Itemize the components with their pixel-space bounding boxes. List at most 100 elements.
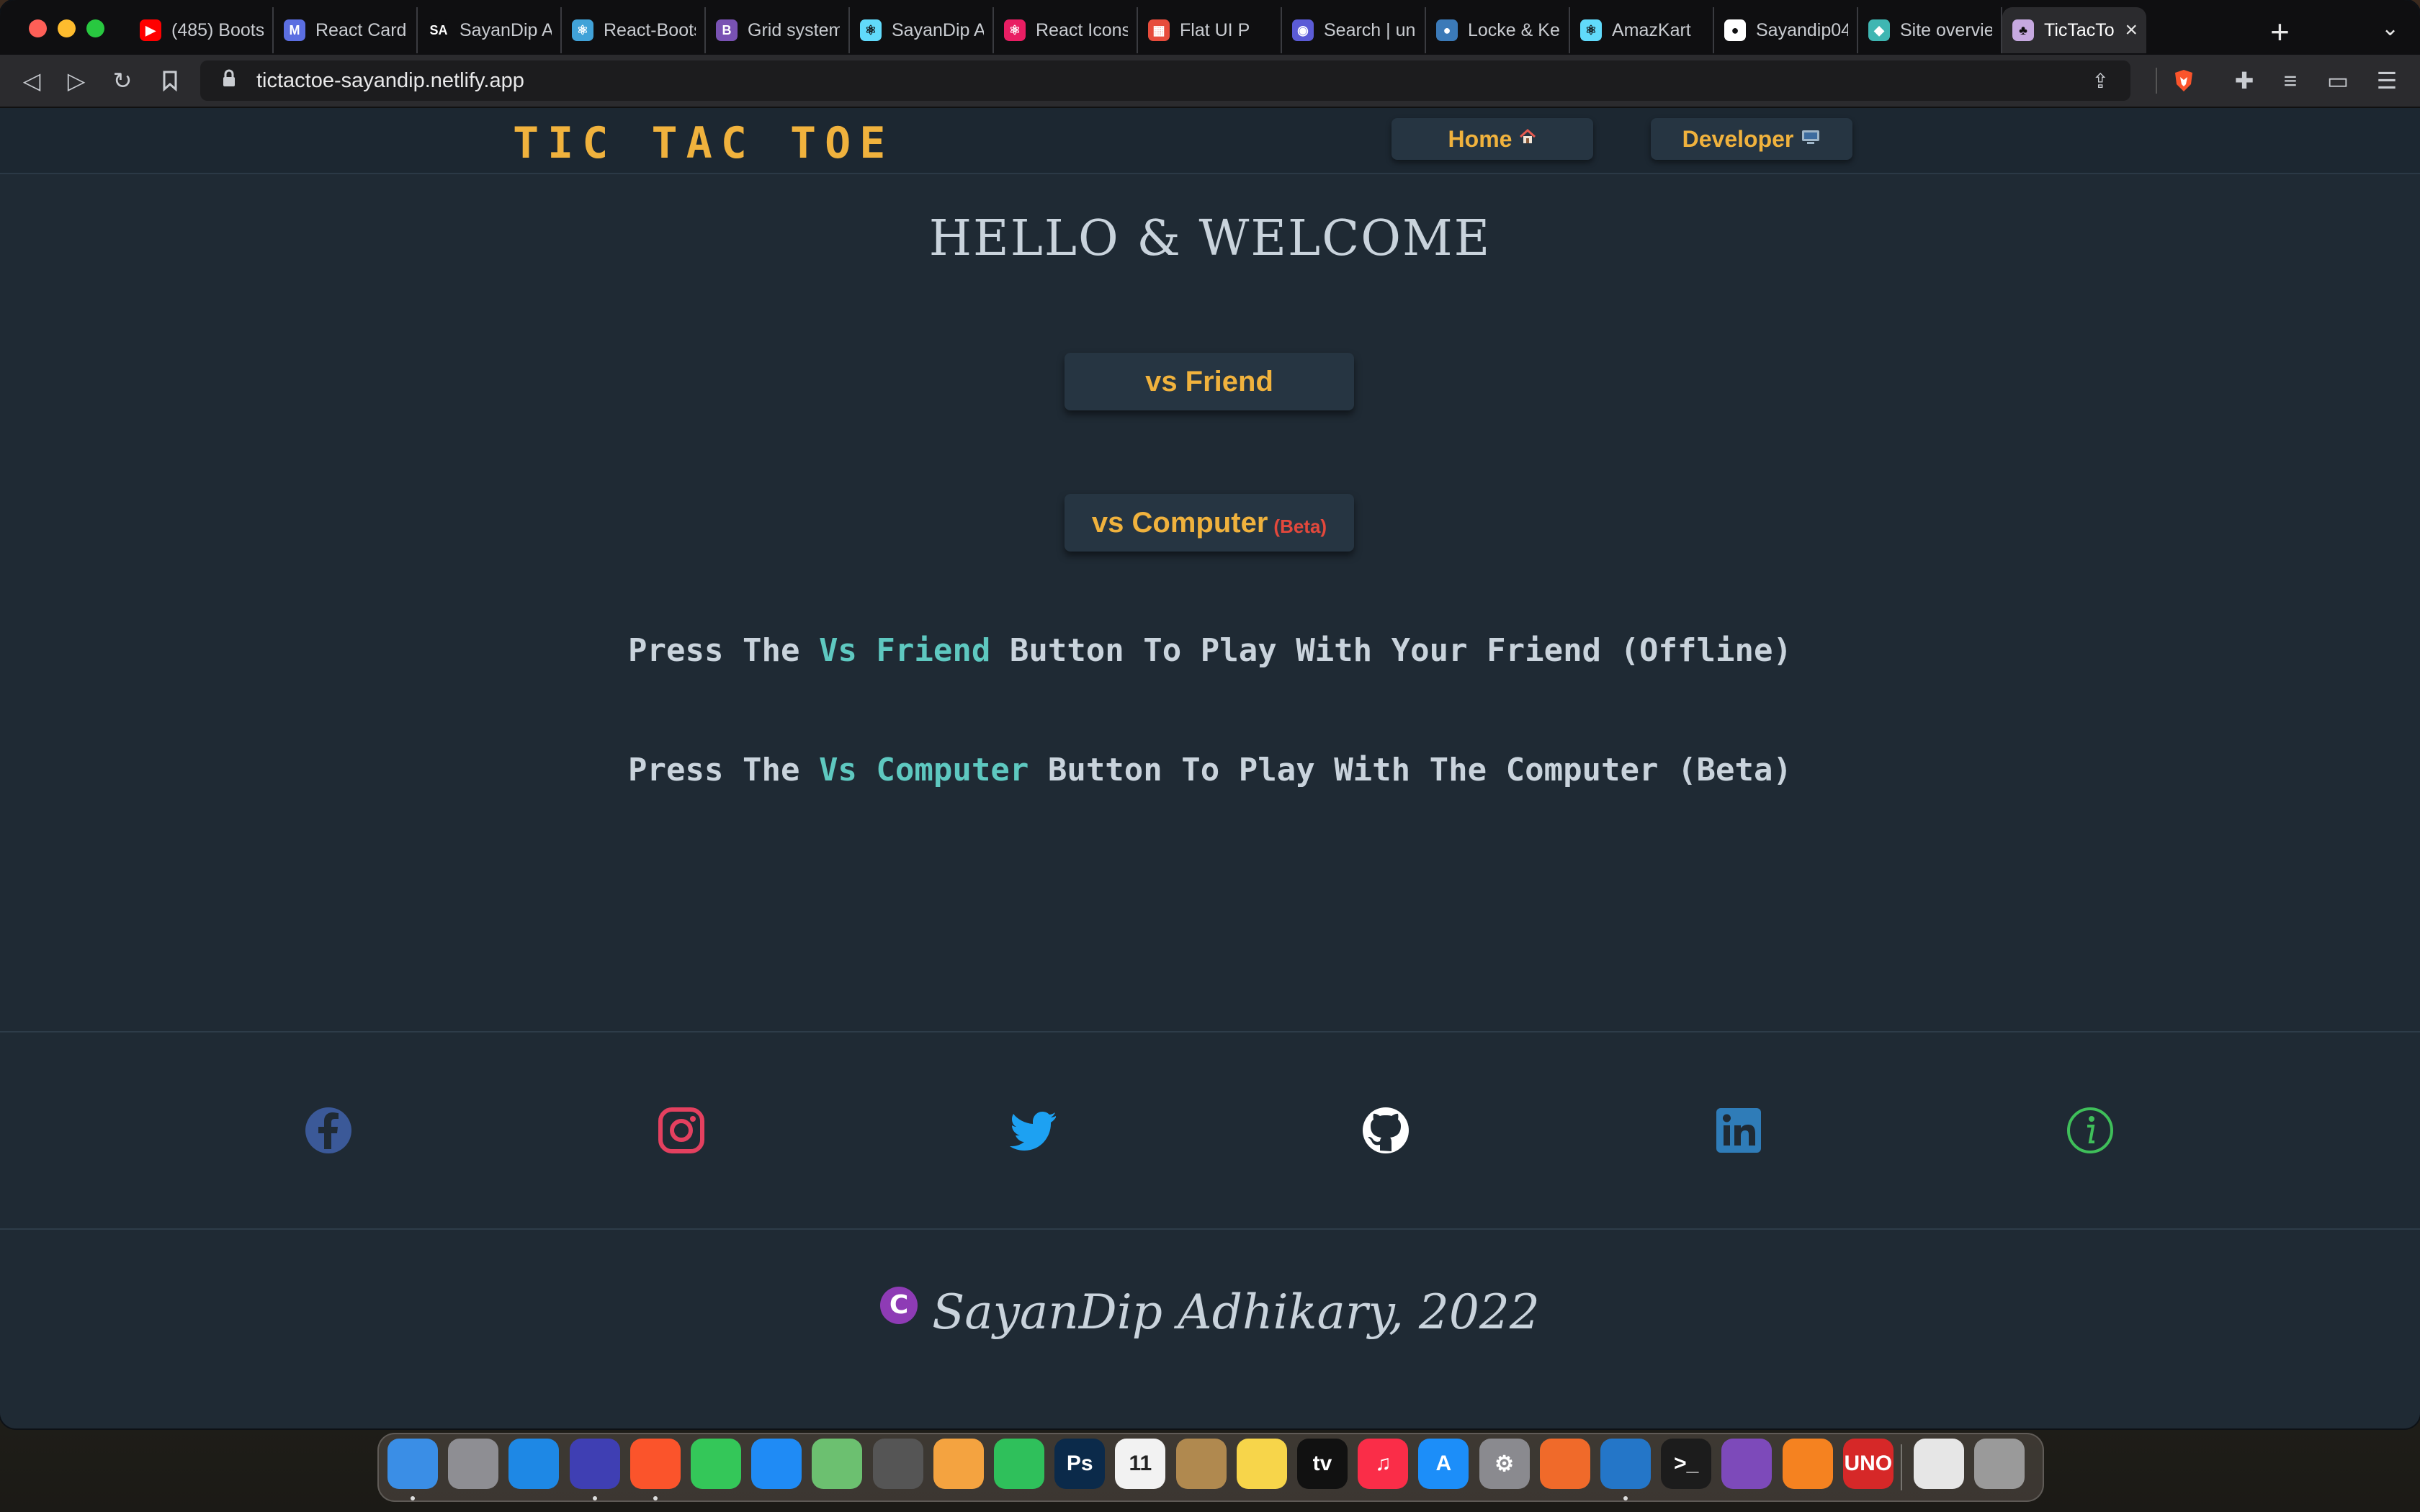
tab-label: Sayandip04: [1756, 19, 1848, 40]
browser-tab[interactable]: ◉ Search | unD: [1282, 7, 1426, 53]
footer-divider-top: [0, 1031, 2420, 1032]
tab-label: Locke & Key: [1468, 19, 1560, 40]
tab-label: Grid system: [748, 19, 840, 40]
back-icon[interactable]: ◁: [16, 65, 48, 96]
calculator-icon[interactable]: [872, 1439, 923, 1489]
music-icon[interactable]: ♫: [1358, 1439, 1409, 1489]
developer-button-label: Developer: [1682, 125, 1794, 152]
footer-copyright: C SayanDip Adhikary, 2022: [0, 1284, 2420, 1340]
uno-icon[interactable]: UNO: [1842, 1439, 1894, 1489]
running-indicator: [411, 1496, 415, 1500]
apple-tv-icon[interactable]: tv: [1297, 1439, 1348, 1489]
safari-icon[interactable]: [508, 1439, 560, 1489]
browser-window: ▶ (485) Boots M React Card SA SayanDip Ac ⚛ Rea…: [0, 0, 2420, 1428]
maps-icon[interactable]: [812, 1439, 863, 1489]
finder-icon[interactable]: [387, 1439, 438, 1489]
developer-button[interactable]: Developer: [1651, 118, 1852, 160]
address-bar[interactable]: tictactoe-sayandip.netlify.app ⇪: [200, 60, 2130, 101]
browser-tab[interactable]: ⚛ AmazKart: [1570, 7, 1714, 53]
wallet-icon[interactable]: ▭: [2322, 65, 2354, 96]
home-button[interactable]: Home: [1392, 118, 1593, 160]
messages-icon[interactable]: [691, 1439, 741, 1489]
brave-shields-icon[interactable]: [2168, 65, 2200, 96]
tabs: ▶ (485) Boots M React Card SA SayanDip Ac ⚛ Rea…: [130, 7, 2146, 53]
tab-label: TicTacTo: [2044, 19, 2115, 40]
vlc-icon[interactable]: [1782, 1439, 1833, 1489]
copyright-icon: C: [880, 1286, 918, 1324]
launchpad-icon[interactable]: [448, 1439, 499, 1489]
netflix-icon: ●: [1436, 19, 1458, 41]
footer-author: SayanDip Adhikary, 2022: [932, 1284, 1540, 1340]
search-icon: ◉: [1292, 19, 1314, 41]
share-icon[interactable]: ⇪: [2092, 69, 2109, 93]
github-icon: ●: [1724, 19, 1746, 41]
tab-list-chevron-icon[interactable]: ⌄: [2381, 16, 2399, 41]
vscode-icon[interactable]: [1600, 1439, 1651, 1489]
document-icon[interactable]: [1914, 1439, 1964, 1489]
browser-tab[interactable]: ▦ Flat UI P: [1138, 7, 1282, 53]
close-tab-icon[interactable]: ×: [2125, 18, 2138, 42]
photos-icon[interactable]: [933, 1439, 984, 1489]
browser-toolbar: ◁ ▷ ↻ tictactoe-sayandip.netlify.app ⇪ ✚…: [0, 55, 2420, 108]
info-icon[interactable]: [2066, 1106, 2115, 1155]
tab-label: React-Boots: [604, 19, 696, 40]
mail-icon[interactable]: [751, 1439, 802, 1489]
pencil-app-icon[interactable]: [1539, 1439, 1590, 1489]
browser-tab[interactable]: ▶ (485) Boots: [130, 7, 274, 53]
browser-tab[interactable]: ● Sayandip04: [1714, 7, 1858, 53]
site-brand[interactable]: TIC TAC TOE: [513, 118, 894, 168]
minimize-window-button[interactable]: [58, 19, 76, 37]
forward-icon[interactable]: ▷: [60, 65, 92, 96]
playlist-icon[interactable]: ≡: [2275, 65, 2306, 96]
calendar-icon[interactable]: 11: [1115, 1439, 1166, 1489]
app-store-icon[interactable]: A: [1418, 1439, 1469, 1489]
bookmark-icon[interactable]: [154, 65, 186, 96]
tab-label: SayanDip Ac: [460, 19, 552, 40]
macos-dock: Ps 11 tv ♫ A ⚙ >_ UNO: [377, 1433, 2044, 1502]
close-window-button[interactable]: [29, 19, 47, 37]
vs-computer-button[interactable]: vs Computer (Beta): [1065, 494, 1354, 552]
linkedin-icon[interactable]: [1714, 1106, 1763, 1155]
terminal-icon[interactable]: >_: [1661, 1439, 1712, 1489]
browser-tab[interactable]: B Grid system: [706, 7, 850, 53]
tab-label: AmazKart: [1612, 19, 1691, 40]
instagram-icon[interactable]: [657, 1106, 706, 1155]
beta-tag: (Beta): [1273, 515, 1327, 537]
lock-icon: [222, 69, 243, 93]
menu-icon[interactable]: ☰: [2371, 65, 2403, 96]
browser-tab[interactable]: SA SayanDip Ac: [418, 7, 562, 53]
new-tab-button[interactable]: +: [2270, 13, 2290, 50]
photoshop-icon[interactable]: Ps: [1054, 1439, 1106, 1489]
twitter-icon[interactable]: [1010, 1106, 1059, 1155]
tab-label: SayanDip Ac: [892, 19, 984, 40]
browser-tab[interactable]: ⚛ React-Boots: [562, 7, 706, 53]
contacts-icon[interactable]: [1175, 1439, 1227, 1489]
instruction-vs-friend: Press The Vs Friend Button To Play With …: [628, 632, 1792, 669]
facetime-icon[interactable]: [994, 1439, 1044, 1489]
system-preferences-icon[interactable]: ⚙: [1479, 1439, 1530, 1489]
browser-tab[interactable]: ● Locke & Key: [1426, 7, 1570, 53]
github-icon[interactable]: [1361, 1106, 1410, 1155]
browser-tab[interactable]: ⚛ React Icons: [994, 7, 1138, 53]
youtube-icon: ▶: [140, 19, 161, 41]
brave-icon[interactable]: [629, 1439, 681, 1489]
github-desktop-icon[interactable]: [1721, 1439, 1773, 1489]
firefox-icon[interactable]: [569, 1439, 620, 1489]
react-icon: ⚛: [1004, 19, 1026, 41]
reload-icon[interactable]: ↻: [107, 65, 138, 96]
browser-tab[interactable]: M React Card: [274, 7, 418, 53]
extensions-icon[interactable]: ✚: [2228, 65, 2260, 96]
facebook-icon[interactable]: [304, 1106, 353, 1155]
url-text: tictactoe-sayandip.netlify.app: [256, 68, 524, 92]
zoom-window-button[interactable]: [86, 19, 104, 37]
trash-icon[interactable]: [1974, 1439, 2025, 1489]
vs-friend-button[interactable]: vs Friend: [1065, 353, 1354, 410]
footer-divider-bottom: [0, 1228, 2420, 1230]
sa-icon: SA: [428, 19, 449, 41]
tab-label: (485) Boots: [171, 19, 264, 40]
browser-tab[interactable]: ⚛ SayanDip Ac: [850, 7, 994, 53]
browser-tab[interactable]: ♣ TicTacTo ×: [2002, 7, 2146, 53]
running-indicator: [1623, 1496, 1628, 1500]
browser-tab[interactable]: ◆ Site overvie: [1858, 7, 2002, 53]
notes-icon[interactable]: [1236, 1439, 1287, 1489]
